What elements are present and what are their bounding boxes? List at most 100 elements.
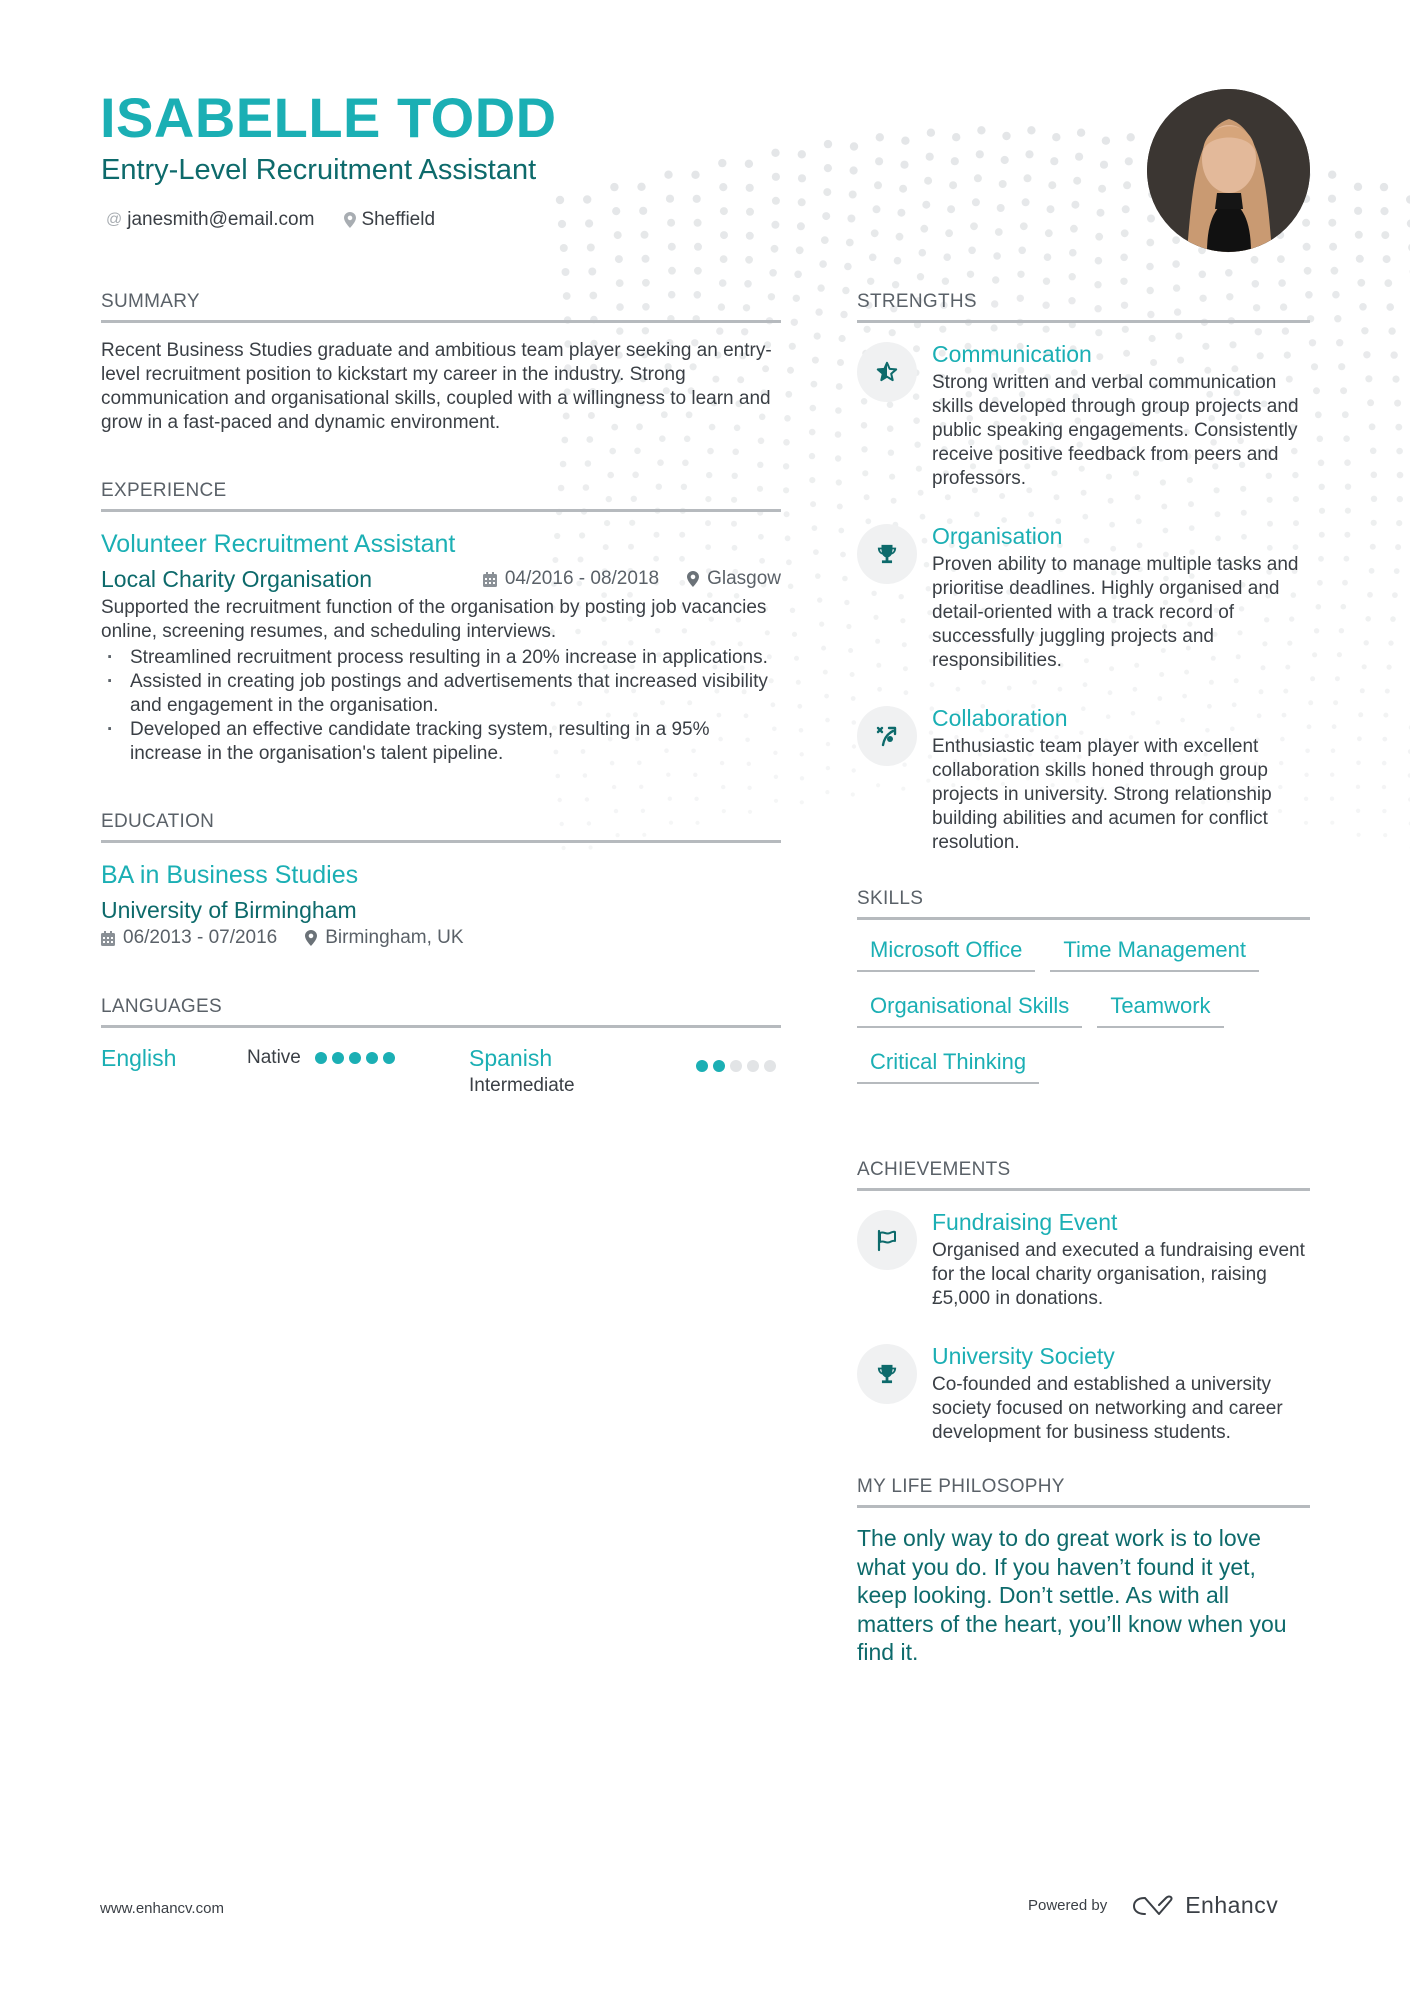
education-section: EDUCATION BA in Business Studies Univers…: [101, 810, 781, 949]
languages-list: English Native Spanish Intermediate: [101, 1044, 781, 1100]
experience-item: Volunteer Recruitment Assistant Local Ch…: [101, 528, 781, 766]
school-name: University of Birmingham: [101, 897, 357, 923]
achievement-item: University Society Co-founded and establ…: [857, 1341, 1310, 1445]
language-item: English Native: [101, 1044, 469, 1100]
achievement-title: University Society: [932, 1343, 1115, 1369]
education-dates: 06/2013 - 07/2016: [101, 927, 277, 949]
language-name: English: [101, 1045, 177, 1071]
education-location: Birmingham, UK: [305, 927, 464, 949]
strategy-icon: [857, 706, 917, 766]
calendar-icon: [482, 571, 497, 587]
languages-heading: LANGUAGES: [101, 995, 781, 1028]
contact-email[interactable]: @ janesmith@email.com: [106, 206, 314, 234]
strength-description: Strong written and verbal communication …: [932, 372, 1299, 489]
job-location: Glasgow: [687, 564, 781, 594]
job-dates: 04/2016 - 08/2018: [482, 564, 660, 594]
job-meta: 04/2016 - 08/2018 Glasgow: [482, 564, 781, 594]
languages-section: LANGUAGES English Native Spanish Interme…: [101, 995, 781, 1100]
company-name: Local Charity Organisation: [101, 566, 373, 592]
footer-website[interactable]: www.enhancv.com: [100, 1900, 224, 1917]
job-bullet: Assisted in creating job postings and ad…: [101, 670, 781, 718]
job-dates-text: 04/2016 - 08/2018: [504, 568, 660, 589]
rating-dot-empty: [764, 1060, 776, 1072]
summary-text: Recent Business Studies graduate and amb…: [101, 340, 772, 433]
footer-branding: Powered by Enhancv: [1028, 1892, 1278, 1919]
brand-name: Enhancv: [1185, 1892, 1279, 1918]
skill-tag: Teamwork: [1097, 992, 1224, 1028]
rating-dot-filled: [696, 1060, 708, 1072]
strengths-section: STRENGTHS Communication Strong written a…: [857, 290, 1310, 855]
degree-title: BA in Business Studies: [101, 861, 359, 889]
strength-content: Organisation Proven ability to manage mu…: [932, 521, 1310, 673]
achievement-description: Co-founded and established a university …: [932, 1374, 1283, 1443]
language-level: Native: [247, 1047, 301, 1068]
job-bullets: Streamlined recruitment process resultin…: [101, 646, 781, 766]
map-pin-icon: [344, 212, 357, 228]
right-column: STRENGTHS Communication Strong written a…: [857, 290, 1310, 1667]
email-text: janesmith@email.com: [127, 209, 315, 230]
language-name: Spanish: [469, 1045, 553, 1071]
education-item: BA in Business Studies University of Bir…: [101, 859, 781, 949]
powered-by-label: Powered by: [1028, 1897, 1108, 1914]
strength-item: Collaboration Enthusiastic team player w…: [857, 703, 1310, 855]
achievement-title: Fundraising Event: [932, 1209, 1118, 1235]
trophy-icon: [857, 1344, 917, 1404]
flag-icon: [857, 1210, 917, 1270]
language-item: Spanish Intermediate: [469, 1044, 781, 1100]
language-level: Intermediate: [469, 1075, 575, 1096]
rating-dot-filled: [348, 1052, 361, 1064]
map-pin-icon: [305, 930, 318, 946]
achievement-content: University Society Co-founded and establ…: [932, 1341, 1310, 1445]
achievement-item: Fundraising Event Organised and executed…: [857, 1207, 1310, 1311]
skills-heading: SKILLS: [857, 887, 1310, 920]
achievements-section: ACHIEVEMENTS Fundraising Event Organised…: [857, 1158, 1310, 1445]
at-icon: @: [106, 211, 123, 228]
strength-content: Collaboration Enthusiastic team player w…: [932, 703, 1310, 855]
strengths-heading: STRENGTHS: [857, 290, 1310, 323]
location-text: Sheffield: [361, 209, 436, 230]
candidate-name: ISABELLE TODD: [100, 86, 557, 149]
rating-dot-empty: [747, 1060, 759, 1072]
strength-title: Communication: [932, 341, 1092, 367]
rating-dot-filled: [331, 1052, 344, 1064]
resume-page: ISABELLE TODD Entry-Level Recruitment As…: [0, 0, 1410, 1995]
contact-location: Sheffield: [344, 206, 435, 234]
experience-section: EXPERIENCE Volunteer Recruitment Assista…: [101, 479, 781, 766]
strength-item: Organisation Proven ability to manage mu…: [857, 521, 1310, 673]
skill-tag: Critical Thinking: [857, 1048, 1040, 1084]
summary-section: SUMMARY Recent Business Studies graduate…: [101, 290, 781, 435]
rating-dot-filled: [713, 1060, 725, 1072]
experience-heading: EXPERIENCE: [101, 479, 781, 512]
calendar-icon: [101, 930, 115, 946]
trophy-icon: [857, 524, 917, 584]
rating-dot-filled: [314, 1052, 327, 1064]
education-dates-text: 06/2013 - 07/2016: [123, 927, 278, 948]
contact-info: @ janesmith@email.com Sheffield: [106, 206, 465, 234]
achievements-heading: ACHIEVEMENTS: [857, 1158, 1310, 1191]
achievement-content: Fundraising Event Organised and executed…: [932, 1207, 1310, 1311]
strength-item: Communication Strong written and verbal …: [857, 339, 1310, 491]
strength-content: Communication Strong written and verbal …: [932, 339, 1310, 491]
job-title: Volunteer Recruitment Assistant: [101, 530, 456, 558]
rating-dot-filled: [382, 1052, 395, 1064]
skills-section: SKILLS Microsoft Office Time Management …: [857, 887, 1310, 1104]
strength-title: Collaboration: [932, 705, 1068, 731]
skill-tag: Organisational Skills: [857, 992, 1083, 1028]
rating-dot-empty: [730, 1060, 742, 1072]
philosophy-heading: MY LIFE PHILOSOPHY: [857, 1475, 1310, 1508]
strength-description: Enthusiastic team player with excellent …: [932, 736, 1272, 853]
skills-list: Microsoft Office Time Management Organis…: [857, 936, 1310, 1104]
language-text-group: Spanish Intermediate: [469, 1044, 575, 1100]
left-column: SUMMARY Recent Business Studies graduate…: [101, 290, 781, 1100]
rating-dot-filled: [365, 1052, 378, 1064]
job-description: Supported the recruitment function of th…: [101, 597, 767, 642]
enhancv-logo[interactable]: Enhancv: [1131, 1892, 1278, 1919]
achievement-description: Organised and executed a fundraising eve…: [932, 1240, 1305, 1309]
profile-photo: [1147, 89, 1310, 252]
summary-heading: SUMMARY: [101, 290, 781, 323]
education-heading: EDUCATION: [101, 810, 781, 843]
star-icon: [857, 342, 917, 402]
enhancv-logo-icon: [1133, 1895, 1173, 1915]
job-bullet: Streamlined recruitment process resultin…: [101, 646, 781, 670]
language-rating: [696, 1052, 781, 1080]
